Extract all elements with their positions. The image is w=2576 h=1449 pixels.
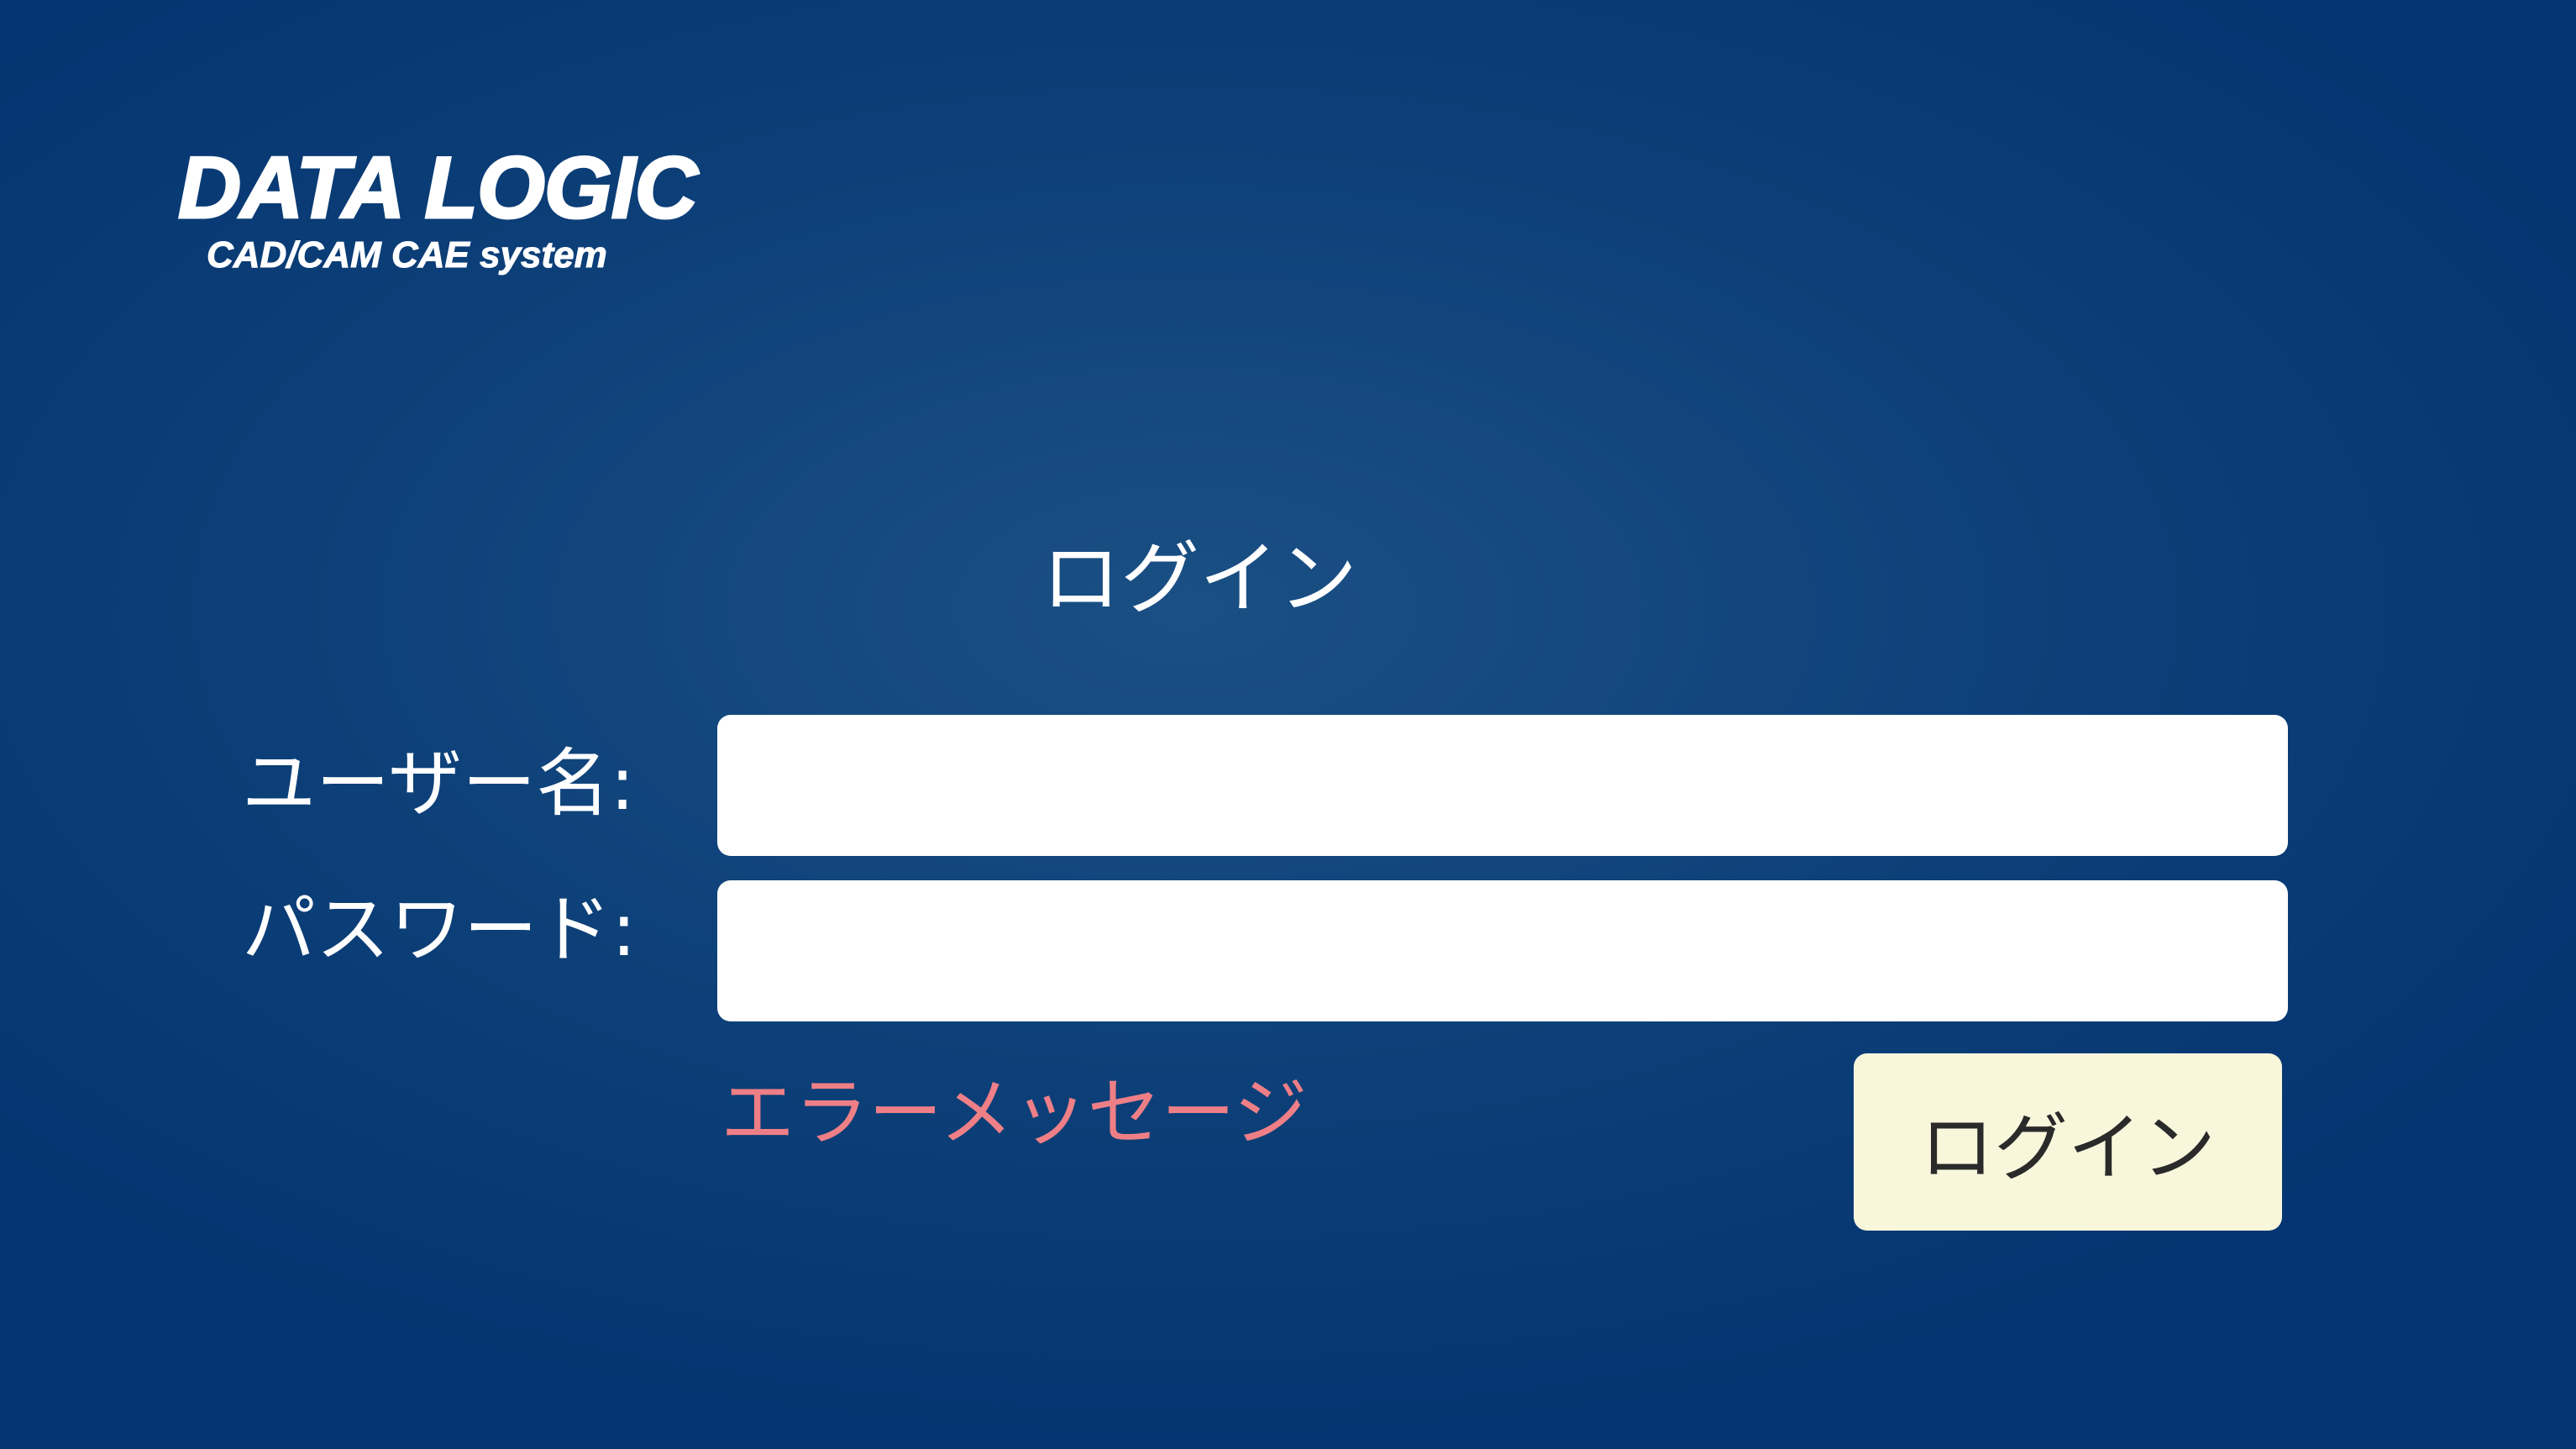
- login-button[interactable]: ログイン: [1854, 1053, 2282, 1231]
- logo-subtitle: CAD/CAM CAE system: [207, 234, 608, 276]
- password-label: パスワード:: [242, 886, 637, 973]
- password-input[interactable]: [717, 880, 2288, 1021]
- username-label: ユーザー名:: [242, 740, 635, 827]
- logo-title: DATA LOGIC: [177, 139, 700, 237]
- brand-logo: DATA LOGIC CAD/CAM CAE system: [177, 139, 700, 277]
- error-message: エラーメッセージ: [721, 1069, 1308, 1156]
- username-input[interactable]: [717, 715, 2288, 856]
- page-title: ログイン: [1041, 533, 1358, 625]
